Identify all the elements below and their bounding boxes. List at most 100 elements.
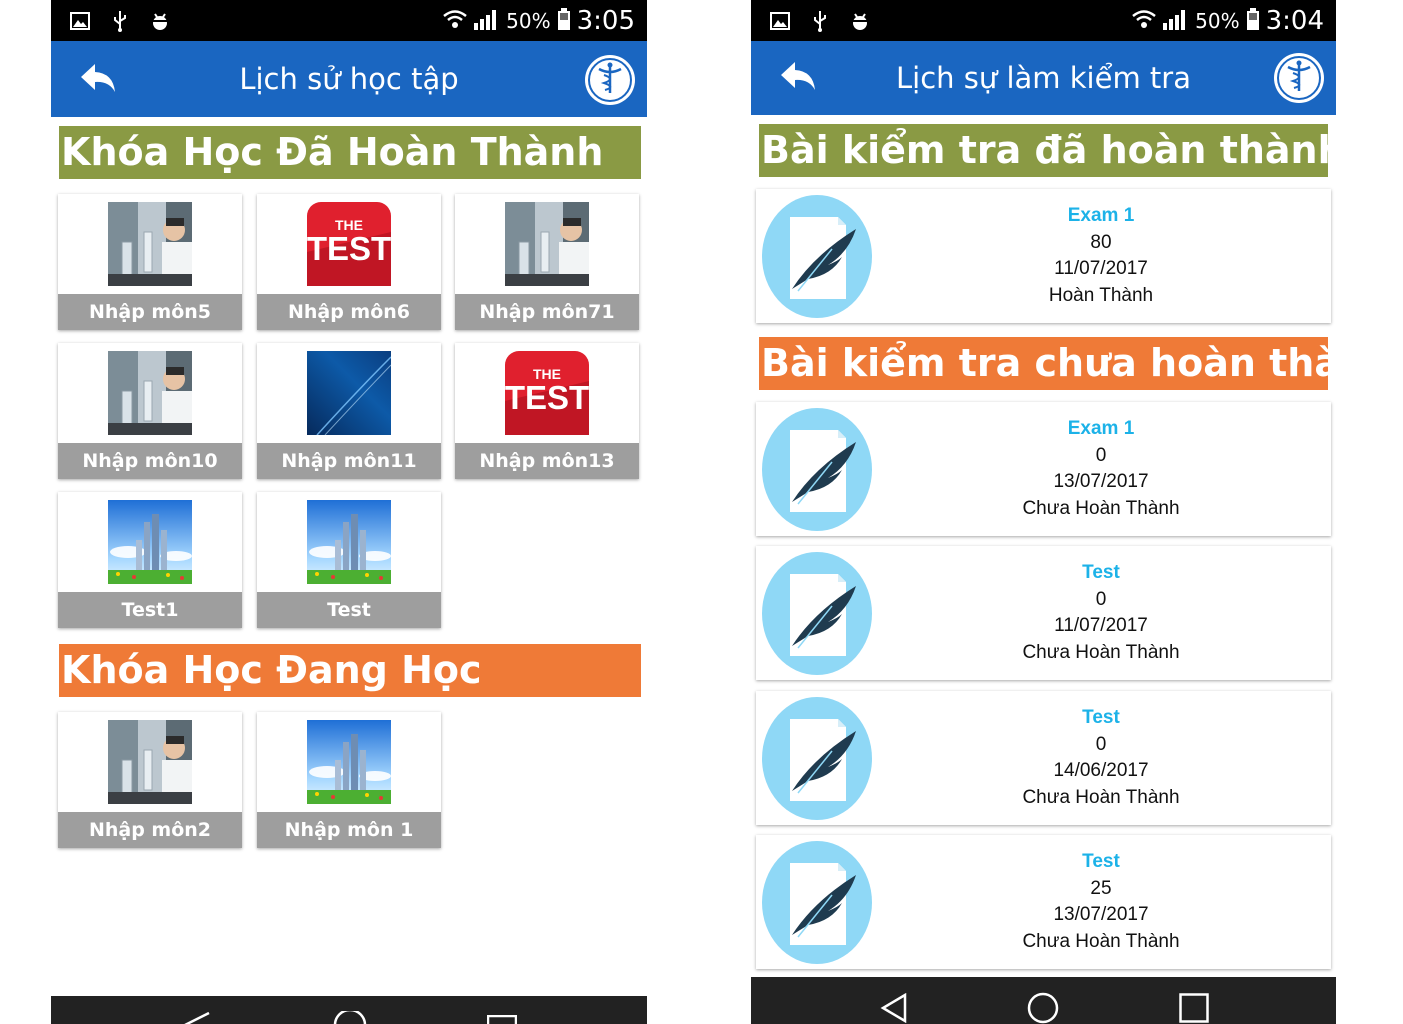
exam-status: Chưa Hoàn Thành	[1022, 786, 1180, 808]
course-thumbnail-lab-photo	[108, 202, 192, 286]
battery-percent: 50%	[506, 8, 551, 33]
course-label: Nhập môn5	[58, 294, 242, 330]
back-nav-icon[interactable]	[181, 1010, 211, 1024]
exam-title: Exam 1	[1067, 205, 1135, 226]
course-label: Nhập môn2	[58, 812, 242, 848]
course-thumbnail-the-test-logo: THE TEST	[307, 202, 391, 286]
elearning-logo	[585, 55, 635, 105]
exam-status: Chưa Hoàn Thành	[1022, 930, 1180, 952]
course-card[interactable]: Nhập môn 1	[257, 712, 441, 848]
course-card[interactable]: Nhập môn11	[257, 343, 441, 479]
battery-icon	[1246, 7, 1260, 34]
exam-status: Chưa Hoàn Thành	[1022, 497, 1180, 519]
course-history-screen: 50% 3:05 Lịch sử học tập Khóa Học Đã Hoà…	[51, 0, 647, 1024]
exam-paper-feather-icon	[790, 430, 856, 512]
exam-paper-feather-icon	[790, 574, 856, 656]
exam-score: 0	[1095, 588, 1107, 610]
home-nav-icon[interactable]	[1027, 992, 1059, 1024]
exam-feather-icon	[762, 697, 872, 820]
exam-score: 0	[1095, 444, 1107, 466]
exam-info: Exam 1 0 13/07/2017 Chưa Hoàn Thành	[986, 416, 1216, 522]
exam-info: Test 0 11/07/2017 Chưa Hoàn Thành	[986, 560, 1216, 666]
course-card[interactable]: THE TEST Nhập môn13	[455, 343, 639, 479]
exam-paper-feather-icon	[790, 217, 856, 299]
back-arrow-icon	[781, 62, 815, 90]
exam-status: Chưa Hoàn Thành	[1022, 641, 1180, 663]
exam-date: 11/07/2017	[1054, 615, 1148, 636]
course-label: Nhập môn71	[455, 294, 639, 330]
gallery-notification-icon	[69, 10, 91, 32]
course-card[interactable]: Nhập môn2	[58, 712, 242, 848]
exam-card[interactable]: Exam 1 0 13/07/2017 Chưa Hoàn Thành	[756, 402, 1331, 536]
status-bar: 50% 3:05	[51, 0, 647, 41]
signal-icon	[474, 8, 500, 34]
exam-score: 80	[1090, 231, 1112, 253]
course-thumbnail-city-skyline	[307, 500, 391, 584]
course-thumbnail-the-test-logo: THE TEST	[505, 351, 589, 435]
recents-nav-icon[interactable]	[1179, 993, 1209, 1024]
exam-title: Test	[1082, 851, 1120, 872]
exam-date: 13/07/2017	[1053, 904, 1149, 925]
exam-status: Hoàn Thành	[1048, 284, 1154, 306]
exam-title: Exam 1	[1067, 418, 1135, 439]
course-card[interactable]: Nhập môn5	[58, 194, 242, 330]
exam-title: Test	[1082, 562, 1120, 583]
completed-exams-header: Bài kiểm tra đã hoàn thành	[759, 124, 1336, 177]
back-button[interactable]	[79, 61, 123, 97]
course-thumbnail-city-skyline	[307, 720, 391, 804]
exam-feather-icon	[762, 841, 872, 964]
course-card[interactable]: Nhập môn71	[455, 194, 639, 330]
exam-card[interactable]: Test 0 14/06/2017 Chưa Hoàn Thành	[756, 691, 1331, 825]
usb-icon	[109, 10, 131, 32]
course-card[interactable]: Test	[257, 492, 441, 628]
clock: 3:04	[1265, 5, 1324, 36]
exam-paper-feather-icon	[790, 863, 856, 945]
elearning-logo	[1274, 53, 1324, 103]
signal-icon	[1163, 8, 1189, 34]
svg-text:TEST: TEST	[505, 379, 589, 416]
back-arrow-icon	[81, 64, 115, 92]
course-thumbnail-city-skyline	[108, 500, 192, 584]
exam-info: Test 0 14/06/2017 Chưa Hoàn Thành	[986, 705, 1216, 811]
exam-info: Exam 1 80 11/07/2017 Hoàn Thành	[986, 203, 1216, 309]
app-bar: Lịch sử học tập	[51, 41, 647, 117]
back-nav-icon[interactable]	[879, 992, 909, 1024]
course-thumbnail-blue-abstract	[307, 351, 391, 435]
exam-feather-icon	[762, 408, 872, 531]
android-debug-icon	[149, 10, 171, 32]
course-card[interactable]: Test1	[58, 492, 242, 628]
course-card[interactable]: THE TEST Nhập môn6	[257, 194, 441, 330]
wifi-icon	[1131, 9, 1157, 33]
battery-icon	[557, 7, 571, 34]
course-card[interactable]: Nhập môn10	[58, 343, 242, 479]
android-debug-icon	[849, 10, 871, 32]
exam-feather-icon	[762, 195, 872, 318]
course-label: Nhập môn 1	[257, 812, 441, 848]
status-bar: 50% 3:04	[751, 0, 1336, 41]
exam-date: 14/06/2017	[1053, 760, 1149, 781]
exam-title: Test	[1082, 707, 1120, 728]
exam-paper-feather-icon	[790, 719, 856, 801]
exam-score: 25	[1090, 877, 1112, 899]
incomplete-exams-header: Bài kiểm tra chưa hoàn thành	[759, 337, 1336, 390]
battery-percent: 50%	[1195, 8, 1240, 33]
page-title: Lịch sự làm kiểm tra	[896, 61, 1191, 95]
clock: 3:05	[576, 5, 635, 36]
exam-card[interactable]: Test 0 11/07/2017 Chưa Hoàn Thành	[756, 546, 1331, 680]
exam-card[interactable]: Exam 1 80 11/07/2017 Hoàn Thành	[756, 189, 1331, 323]
course-label: Nhập môn11	[257, 443, 441, 479]
exam-score: 0	[1095, 733, 1107, 755]
exam-history-screen: 50% 3:04 Lịch sự làm kiểm tra Bài kiểm t…	[751, 0, 1336, 1024]
course-label: Test1	[58, 592, 242, 628]
course-label: Nhập môn10	[58, 443, 242, 479]
exam-card[interactable]: Test 25 13/07/2017 Chưa Hoàn Thành	[756, 835, 1331, 969]
page-title: Lịch sử học tập	[239, 62, 459, 96]
exam-feather-icon	[762, 552, 872, 675]
recents-nav-icon[interactable]	[486, 1012, 518, 1024]
svg-text:TEST: TEST	[307, 230, 391, 267]
home-nav-icon[interactable]	[333, 1008, 367, 1024]
back-button[interactable]	[779, 59, 823, 95]
usb-icon	[809, 10, 831, 32]
completed-courses-header: Khóa Học Đã Hoàn Thành	[59, 126, 641, 179]
course-thumbnail-lab-photo	[505, 202, 589, 286]
